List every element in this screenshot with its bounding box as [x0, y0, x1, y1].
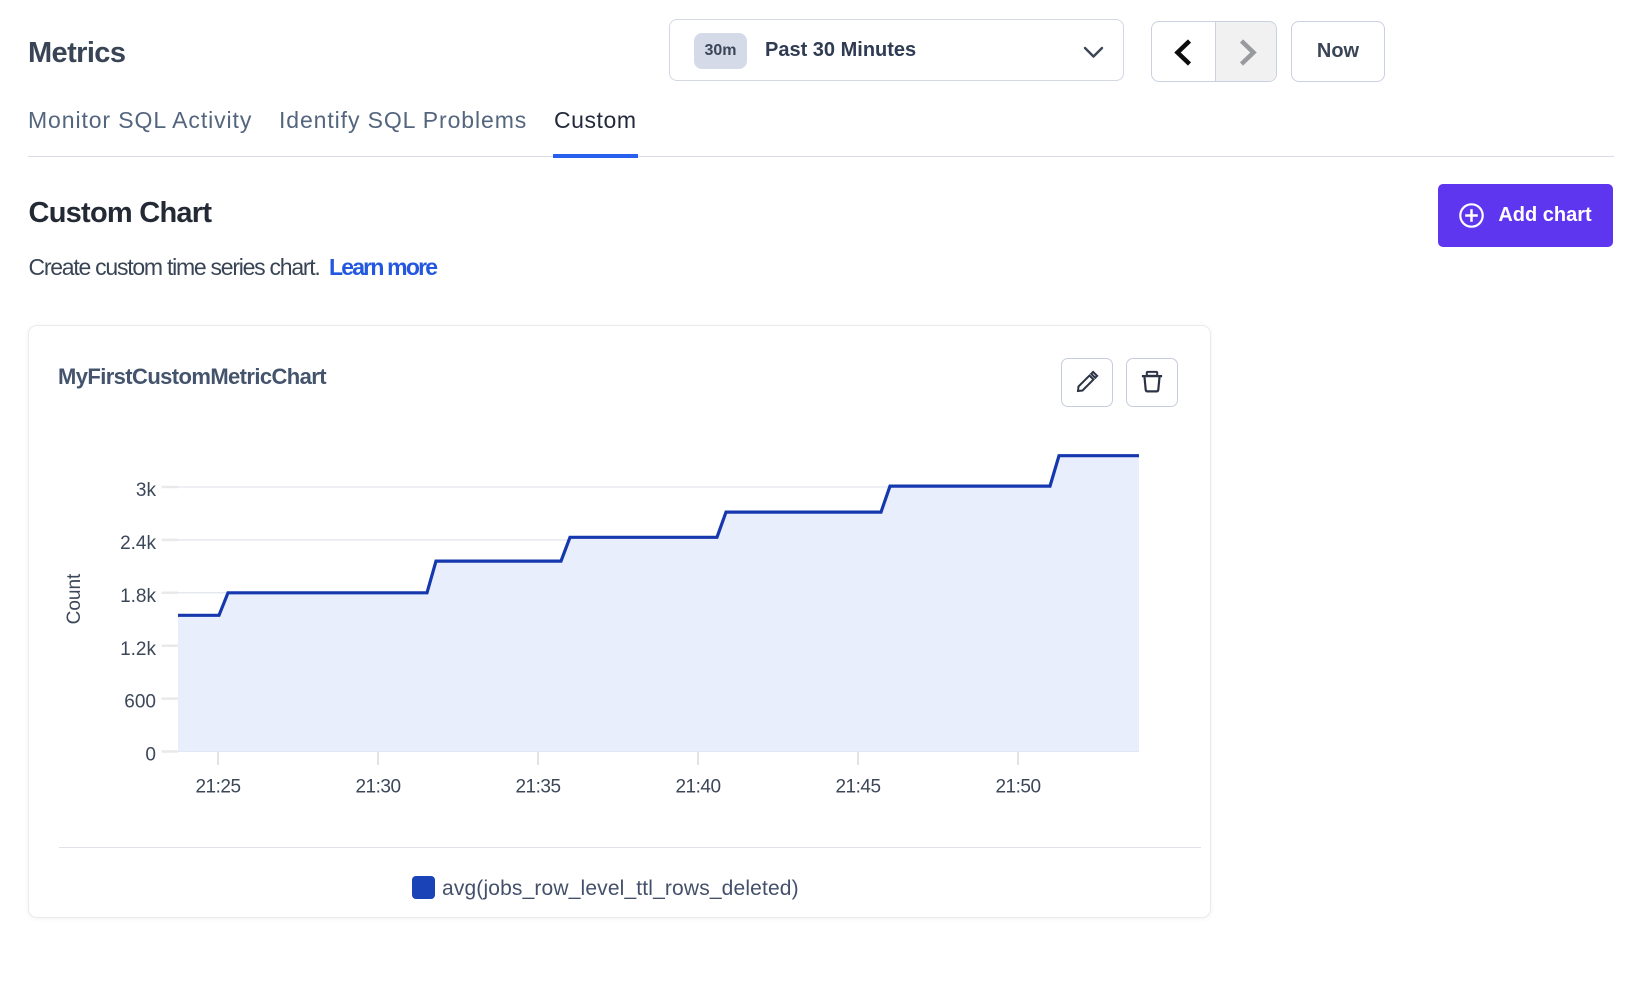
svg-text:21:35: 21:35: [515, 777, 560, 798]
svg-text:600: 600: [124, 692, 156, 713]
svg-text:21:30: 21:30: [355, 777, 400, 798]
svg-text:1.8k: 1.8k: [120, 586, 156, 607]
svg-text:3k: 3k: [136, 480, 157, 501]
svg-text:1.2k: 1.2k: [120, 639, 156, 660]
svg-text:21:50: 21:50: [995, 777, 1040, 798]
svg-text:21:40: 21:40: [675, 777, 720, 798]
svg-text:Count: Count: [64, 573, 85, 624]
svg-text:21:45: 21:45: [835, 777, 880, 798]
svg-text:2.4k: 2.4k: [120, 533, 156, 554]
svg-text:21:25: 21:25: [195, 777, 240, 798]
svg-text:0: 0: [145, 745, 156, 766]
